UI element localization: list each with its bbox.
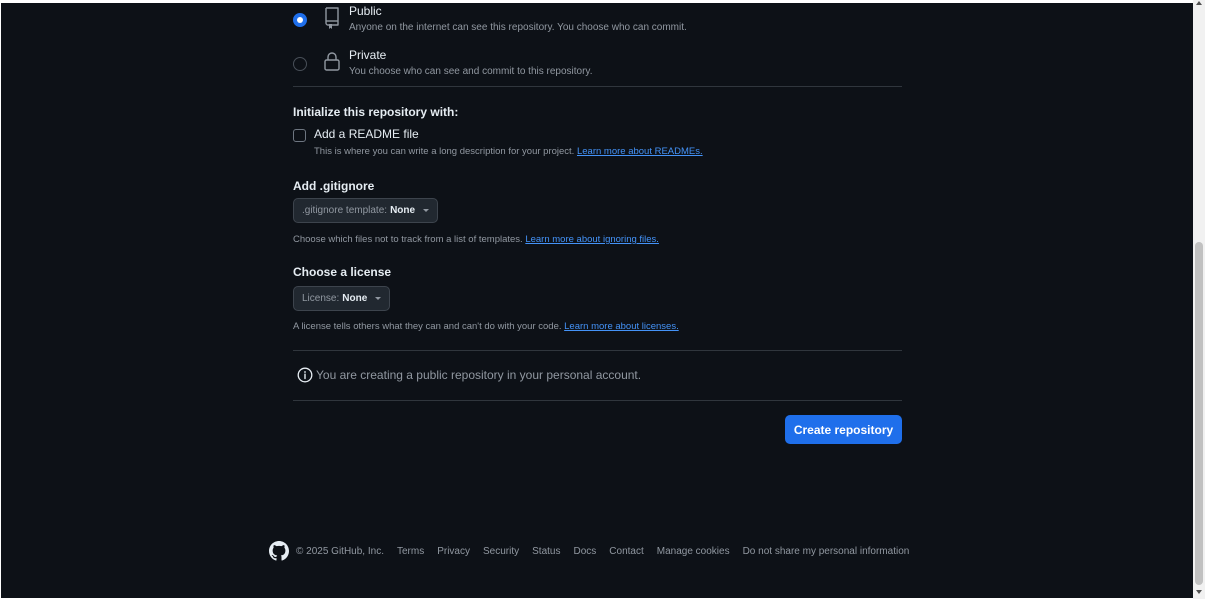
gitignore-template-select[interactable]: .gitignore template: None xyxy=(293,198,439,223)
public-radio[interactable] xyxy=(293,13,307,27)
license-heading: Choose a license xyxy=(293,265,392,279)
repo-icon xyxy=(322,6,342,30)
footer-copyright: © 2025 GitHub, Inc. xyxy=(296,545,384,557)
gitignore-learn-more-link[interactable]: Learn more about ignoring files. xyxy=(525,234,659,245)
private-description: You choose who can see and commit to thi… xyxy=(349,66,593,77)
visibility-option-public[interactable]: Public Anyone on the internet can see th… xyxy=(293,4,902,41)
private-title: Private xyxy=(349,48,387,62)
license-help-text: A license tells others what they can and… xyxy=(293,321,562,332)
divider xyxy=(293,350,902,351)
gitignore-help-text: Choose which files not to track from a l… xyxy=(293,234,523,245)
gitignore-heading: Add .gitignore xyxy=(293,179,375,193)
footer-link-terms[interactable]: Terms xyxy=(397,546,424,557)
license-help: A license tells others what they can and… xyxy=(293,321,679,332)
visibility-option-private[interactable]: Private You choose who can see and commi… xyxy=(293,48,902,85)
gitignore-help: Choose which files not to track from a l… xyxy=(293,234,659,245)
readme-help: This is where you can write a long descr… xyxy=(314,146,703,157)
initialize-heading: Initialize this repository with: xyxy=(293,105,459,119)
vertical-scrollbar[interactable] xyxy=(1193,0,1205,599)
gitignore-select-value: None xyxy=(390,205,416,216)
info-icon xyxy=(297,367,313,383)
license-learn-more-link[interactable]: Learn more about licenses. xyxy=(564,321,679,332)
readme-checkbox[interactable] xyxy=(293,129,306,142)
footer-link-security[interactable]: Security xyxy=(483,546,519,557)
license-select-label: License: xyxy=(302,293,340,304)
footer-link-do-not-share[interactable]: Do not share my personal information xyxy=(743,546,910,557)
footer-link-docs[interactable]: Docs xyxy=(573,546,596,557)
divider xyxy=(293,86,902,87)
footer-link-privacy[interactable]: Privacy xyxy=(437,546,470,557)
public-description: Anyone on the internet can see this repo… xyxy=(349,22,687,33)
gitignore-select-label: .gitignore template: xyxy=(302,205,388,216)
lock-icon xyxy=(322,50,342,74)
license-select[interactable]: License: None xyxy=(293,286,391,311)
license-select-value: None xyxy=(342,293,368,304)
public-repo-notice: You are creating a public repository in … xyxy=(297,367,641,383)
create-repository-button[interactable]: Create repository xyxy=(785,415,902,444)
footer-link-status[interactable]: Status xyxy=(532,546,560,557)
caret-down-icon xyxy=(375,297,382,300)
public-title: Public xyxy=(349,4,382,18)
footer: © 2025 GitHub, Inc. Terms Privacy Securi… xyxy=(269,541,909,561)
readme-help-text: This is where you can write a long descr… xyxy=(314,146,575,157)
github-logo-icon[interactable] xyxy=(269,541,289,561)
scroll-down-arrow-icon[interactable] xyxy=(1196,590,1202,594)
notice-text: You are creating a public repository in … xyxy=(316,368,642,382)
divider xyxy=(293,400,902,401)
readme-learn-more-link[interactable]: Learn more about READMEs. xyxy=(577,146,703,157)
readme-label[interactable]: Add a README file xyxy=(314,127,419,141)
page-viewport: Public Anyone on the internet can see th… xyxy=(1,3,1193,598)
caret-down-icon xyxy=(423,209,430,212)
scrollbar-thumb[interactable] xyxy=(1195,242,1203,585)
footer-link-contact[interactable]: Contact xyxy=(609,546,643,557)
footer-link-manage-cookies[interactable]: Manage cookies xyxy=(657,546,730,557)
private-radio[interactable] xyxy=(293,57,307,71)
scroll-up-arrow-icon[interactable] xyxy=(1196,1,1202,5)
